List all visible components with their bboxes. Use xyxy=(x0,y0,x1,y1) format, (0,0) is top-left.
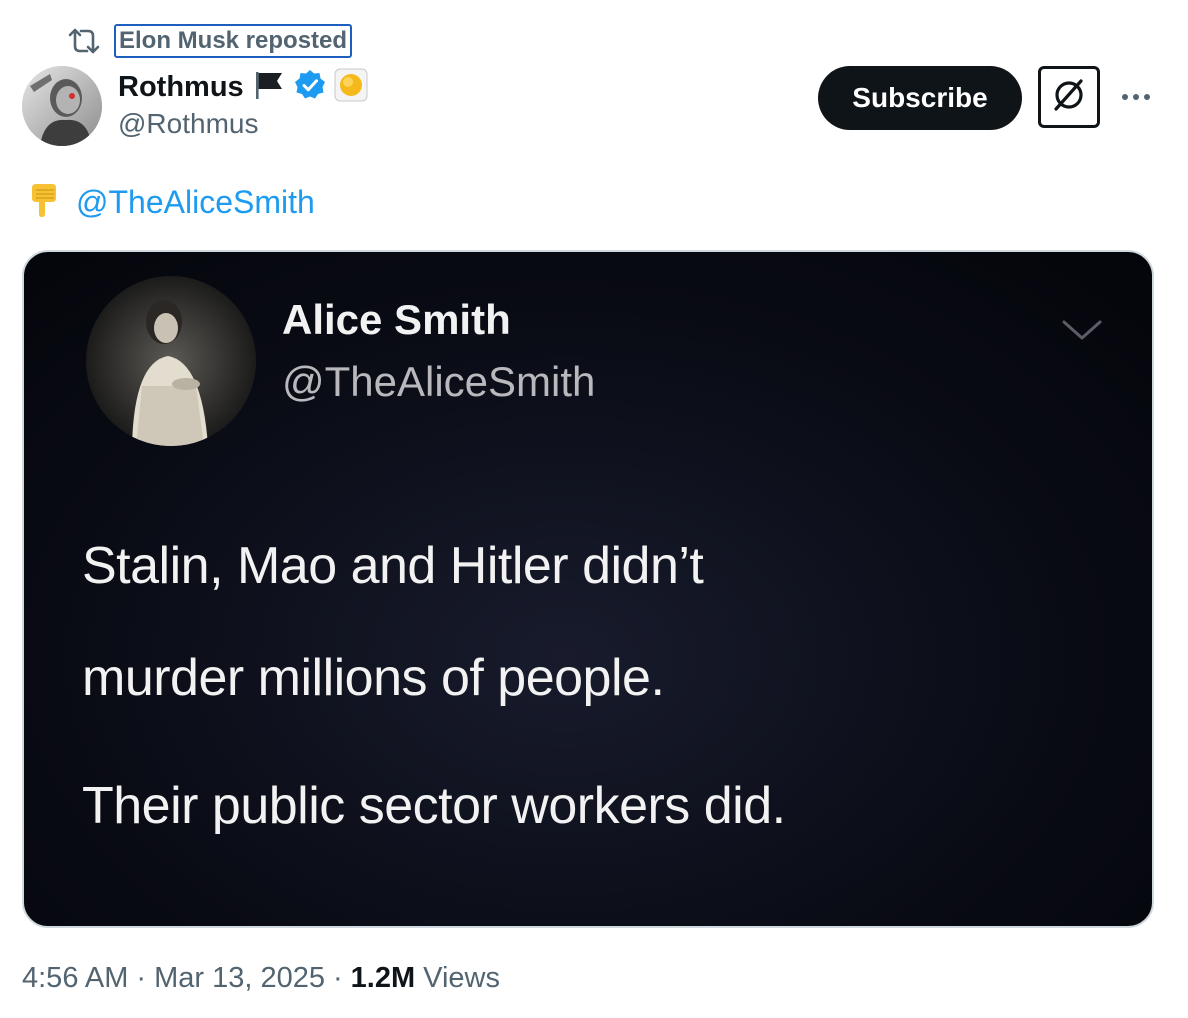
author-handle[interactable]: @Rothmus xyxy=(118,108,258,140)
pointing-down-emoji xyxy=(28,182,60,223)
more-options-icon xyxy=(1120,89,1152,107)
embedded-text-line: Stalin, Mao and Hitler didn’t xyxy=(82,537,704,595)
repost-icon xyxy=(66,24,102,58)
meta-separator: · xyxy=(136,962,147,994)
views-count[interactable]: 1.2M xyxy=(351,962,415,995)
post-time[interactable]: 4:56 AM xyxy=(22,962,128,995)
meta-separator: · xyxy=(332,962,343,994)
post-meta: 4:56 AM · Mar 13, 2025 · 1.2M Views xyxy=(22,962,500,995)
embedded-author-name: Alice Smith xyxy=(282,296,511,343)
grok-icon xyxy=(1050,76,1088,119)
chevron-down-icon xyxy=(1060,316,1104,346)
embedded-avatar xyxy=(86,276,256,446)
repost-header: Elon Musk reposted xyxy=(66,24,353,58)
subscribe-button[interactable]: Subscribe xyxy=(818,66,1022,130)
flag-icon xyxy=(252,69,286,106)
embedded-text-line: Their public sector workers did. xyxy=(82,777,786,835)
post-date[interactable]: Mar 13, 2025 xyxy=(154,962,325,995)
media-image[interactable]: Alice Smith @TheAliceSmith Stalin, Mao a… xyxy=(22,250,1154,928)
author-avatar[interactable] xyxy=(22,66,102,146)
verified-badge-icon[interactable] xyxy=(294,69,326,106)
grok-button[interactable] xyxy=(1038,66,1100,128)
mention-link[interactable]: @TheAliceSmith xyxy=(76,184,315,221)
yellow-circle-icon xyxy=(334,68,368,107)
embedded-author-handle: @TheAliceSmith xyxy=(282,358,596,405)
more-options-button[interactable] xyxy=(1116,80,1156,116)
author-display-name[interactable]: Rothmus xyxy=(118,71,244,104)
views-label: Views xyxy=(423,962,500,994)
reposted-by-link[interactable]: Elon Musk reposted xyxy=(114,24,353,58)
post-text: @TheAliceSmith xyxy=(28,182,315,223)
embedded-text-line: murder millions of people. xyxy=(82,649,665,707)
author-name-row: Rothmus xyxy=(118,68,368,107)
